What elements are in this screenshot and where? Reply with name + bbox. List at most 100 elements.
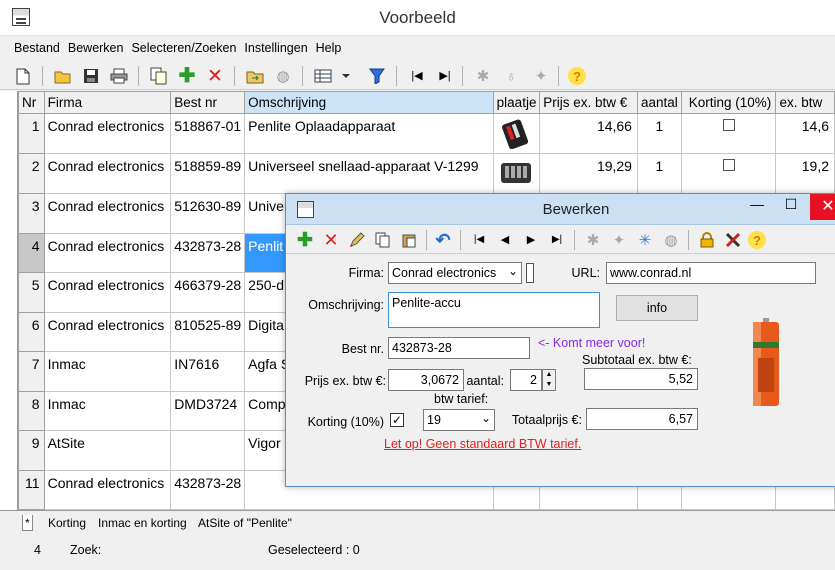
col-aantal[interactable]: aantal <box>636 91 682 114</box>
open-folder-icon[interactable] <box>52 65 74 87</box>
cell-ex-btw[interactable]: 14,6 <box>775 113 835 154</box>
korting-checkbox[interactable]: ✓ <box>390 413 404 427</box>
cell-omschrijving[interactable]: Penlite Oplaadapparaat <box>244 113 494 154</box>
firma-scroll-handle[interactable] <box>526 263 534 283</box>
table-view-icon[interactable] <box>312 65 352 87</box>
cell-best-nr[interactable]: DMD3724 <box>170 390 246 431</box>
copy-icon[interactable] <box>372 229 394 251</box>
info-button[interactable]: info <box>616 295 698 321</box>
cell-korting[interactable] <box>680 153 777 194</box>
save-icon[interactable] <box>80 65 102 87</box>
cell-best-nr[interactable]: 518867-01 <box>170 113 246 154</box>
burst-icon[interactable]: ✳ <box>634 229 656 251</box>
bulb-icon[interactable]: ♁ <box>500 65 522 87</box>
delete-icon[interactable]: ✕ <box>204 65 226 87</box>
status-zoek[interactable]: Zoek: <box>70 543 101 557</box>
cell-firma[interactable]: Conrad electronics <box>43 193 172 234</box>
prijs-field[interactable]: 3,0672 <box>388 369 464 391</box>
help-icon[interactable]: ? <box>568 67 586 85</box>
cell-omschrijving[interactable]: Universeel snellaad-apparaat V-1299 <box>244 153 494 194</box>
menu-bestand[interactable]: Bestand <box>0 36 64 55</box>
cell-ex-btw[interactable]: 19,2 <box>775 153 835 194</box>
import-icon[interactable] <box>244 65 266 87</box>
sparkle-icon[interactable]: ✦ <box>530 65 552 87</box>
col-korting[interactable]: Korting (10%) <box>680 91 777 114</box>
cell-aantal[interactable]: 1 <box>636 113 682 154</box>
last-record-icon[interactable]: ▶| <box>546 229 568 251</box>
print-icon[interactable] <box>108 65 130 87</box>
globe-icon[interactable]: ◍ <box>272 65 294 87</box>
tab-atsite-penlite[interactable]: AtSite of "Penlite" <box>196 515 294 531</box>
globe-icon[interactable]: ◍ <box>660 229 682 251</box>
btw-tarief-select[interactable]: 19 ⌄ <box>423 409 495 431</box>
minimize-icon[interactable]: — <box>742 196 772 220</box>
korting-checkbox[interactable] <box>722 119 735 131</box>
sparkle-icon[interactable]: ✦ <box>608 229 630 251</box>
first-record-icon[interactable]: |◀ <box>468 229 490 251</box>
menu-instellingen[interactable]: Instellingen <box>240 36 311 55</box>
col-nr[interactable]: Nr <box>18 91 45 114</box>
aantal-stepper[interactable]: ▲ ▼ <box>542 369 556 391</box>
cell-best-nr[interactable]: 432873-28 <box>170 469 246 510</box>
menu-help[interactable]: Help <box>312 36 346 55</box>
cell-best-nr[interactable]: 518859-89 <box>170 153 246 194</box>
col-best-nr[interactable]: Best nr <box>170 91 246 114</box>
col-ex-btw[interactable]: ex. btw <box>775 91 835 114</box>
tab-inmac-en-korting[interactable]: Inmac en korting <box>96 515 189 531</box>
menu-bewerken[interactable]: Bewerken <box>64 36 128 55</box>
cell-aantal[interactable]: 1 <box>636 153 682 194</box>
filter-icon[interactable] <box>366 65 388 87</box>
new-file-icon[interactable] <box>12 65 34 87</box>
url-field[interactable]: www.conrad.nl <box>606 262 816 284</box>
cell-firma[interactable]: Conrad electronics <box>43 153 172 194</box>
tab-all[interactable]: * <box>22 515 33 531</box>
next-record-icon[interactable]: ▶ <box>520 229 542 251</box>
cell-firma[interactable]: Conrad electronics <box>43 469 172 510</box>
cell-firma[interactable]: Conrad electronics <box>43 232 172 273</box>
firma-select[interactable]: Conrad electronics ⌄ <box>388 262 522 284</box>
star-icon[interactable]: ✱ <box>582 229 604 251</box>
last-record-icon[interactable]: ▶| <box>434 65 456 87</box>
cell-prijs[interactable]: 19,29 <box>539 153 638 194</box>
cell-firma[interactable]: Inmac <box>43 351 172 392</box>
menu-selecteren-zoeken[interactable]: Selecteren/Zoeken <box>127 36 240 55</box>
tab-korting[interactable]: Korting <box>46 515 88 531</box>
korting-checkbox[interactable] <box>722 159 735 171</box>
cell-firma[interactable]: Inmac <box>43 390 172 431</box>
cell-best-nr[interactable]: 810525-89 <box>170 311 246 352</box>
maximize-icon[interactable]: ☐ <box>776 196 806 220</box>
table-row[interactable]: 1 Conrad electronics 518867-01 Penlite O… <box>18 113 835 154</box>
cell-best-nr[interactable]: 512630-89 <box>170 193 246 234</box>
previous-record-icon[interactable]: ◀ <box>494 229 516 251</box>
cell-korting[interactable] <box>680 113 777 154</box>
help-icon[interactable]: ? <box>748 231 766 249</box>
add-icon[interactable]: ✚ <box>176 65 198 87</box>
star-icon[interactable]: ✱ <box>472 65 494 87</box>
col-omschrijving[interactable]: Omschrijving <box>244 91 494 114</box>
delete-icon[interactable]: ✕ <box>320 229 342 251</box>
undo-icon[interactable]: ↶ <box>432 229 454 251</box>
first-record-icon[interactable]: |◀ <box>406 65 428 87</box>
lock-icon[interactable] <box>696 229 718 251</box>
table-row[interactable]: 2 Conrad electronics 518859-89 Universee… <box>18 153 835 194</box>
cell-firma[interactable]: AtSite <box>43 430 172 471</box>
cell-best-nr[interactable]: 432873-28 <box>170 232 246 273</box>
edit-pencil-icon[interactable] <box>346 229 368 251</box>
col-prijs[interactable]: Prijs ex. btw € <box>539 91 638 114</box>
col-plaatje[interactable]: plaatje <box>492 91 541 114</box>
cell-firma[interactable]: Conrad electronics <box>43 113 172 154</box>
aantal-field[interactable]: 2 <box>510 369 542 391</box>
cell-plaatje[interactable] <box>492 153 541 194</box>
paste-icon[interactable] <box>398 229 420 251</box>
cell-best-nr[interactable] <box>170 430 246 471</box>
cell-firma[interactable]: Conrad electronics <box>43 272 172 313</box>
bestnr-field[interactable]: 432873-28 <box>388 337 530 359</box>
omschrijving-field[interactable]: Penlite-accu <box>388 292 600 328</box>
copy-icon[interactable] <box>148 65 170 87</box>
btw-warning[interactable]: Let op! Geen standaard BTW tarief. <box>384 437 581 451</box>
tools-icon[interactable] <box>722 229 744 251</box>
cell-prijs[interactable]: 14,66 <box>539 113 638 154</box>
add-icon[interactable]: ✚ <box>294 229 316 251</box>
close-icon[interactable]: ✕ <box>810 194 835 220</box>
col-firma[interactable]: Firma <box>43 91 172 114</box>
